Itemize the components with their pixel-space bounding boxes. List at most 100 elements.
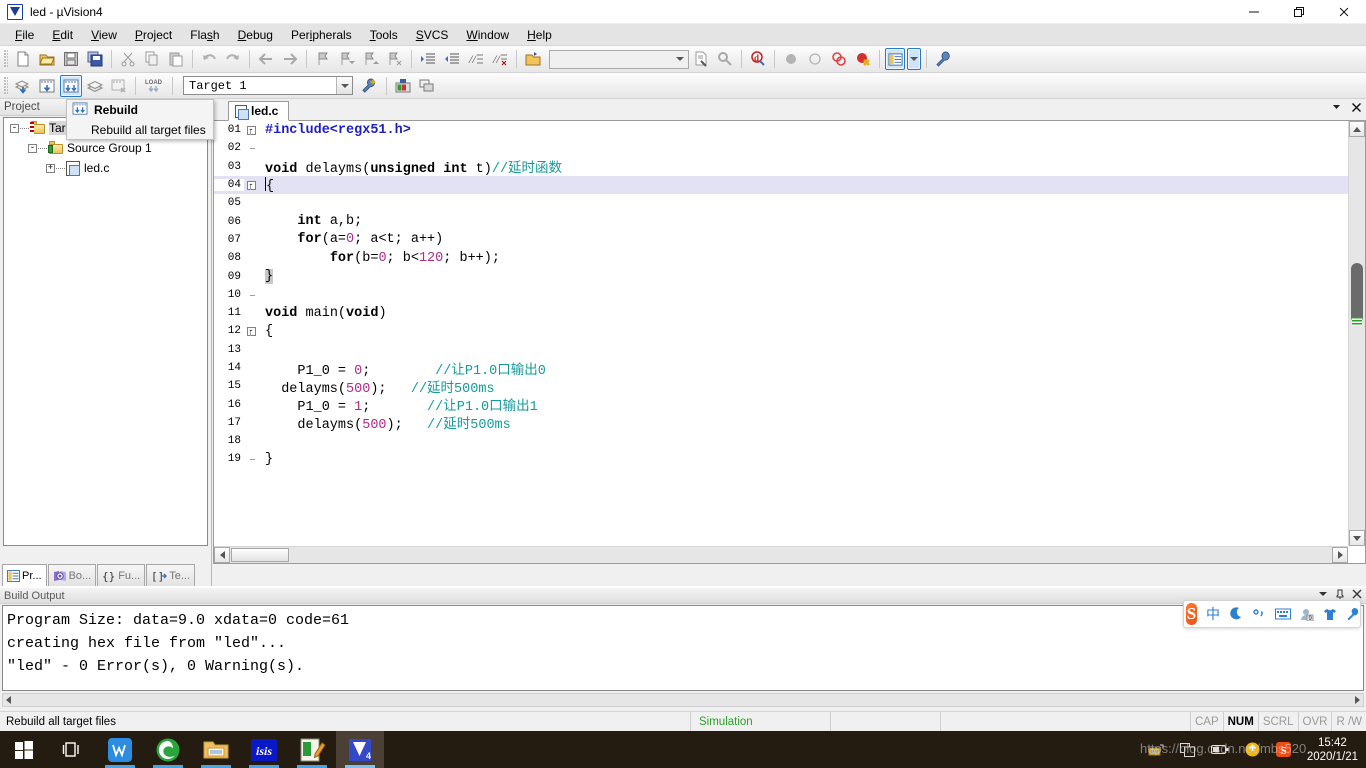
scroll-right-button[interactable] (1355, 696, 1363, 704)
code-line[interactable]: 09} (214, 267, 1348, 285)
menu-item-file[interactable]: File (6, 25, 43, 45)
disable-all-breakpoints-icon[interactable] (852, 48, 874, 70)
sogou-icon[interactable]: S (1275, 742, 1291, 757)
kill-all-breakpoints-icon[interactable] (828, 48, 850, 70)
code-line[interactable]: 07 for(a=0; a<t; a++) (214, 231, 1348, 249)
target-select[interactable]: Target 1 (183, 76, 353, 95)
menu-item-debug[interactable]: Debug (229, 25, 282, 45)
taskbar-app-uvision4[interactable]: 4 (336, 731, 384, 768)
save-icon[interactable] (60, 48, 82, 70)
user-icon[interactable]: 9 (1300, 608, 1314, 621)
menu-item-help[interactable]: Help (518, 25, 561, 45)
copy-icon[interactable] (141, 48, 163, 70)
code-line[interactable]: 10 (214, 286, 1348, 304)
code-line[interactable]: 11 void main(void) (214, 304, 1348, 322)
tools-icon[interactable] (1346, 607, 1360, 621)
ime-chinese-mode-toggle[interactable]: 中 (1206, 604, 1220, 624)
collapse-toggle-icon[interactable]: - (10, 123, 19, 133)
update-icon[interactable] (1245, 742, 1260, 757)
code-line[interactable]: 18 (214, 432, 1348, 450)
restore-window-icon[interactable] (1331, 102, 1342, 116)
uncomment-icon[interactable]: // (489, 48, 511, 70)
chevron-down-icon[interactable] (672, 52, 687, 67)
project-tab-templates[interactable]: [] Te... (146, 564, 195, 586)
browse-symbols-icon[interactable]: d (747, 48, 769, 70)
stop-build-icon[interactable] (108, 75, 130, 97)
expand-toggle-icon[interactable]: + (46, 163, 55, 173)
menu-item-tools[interactable]: Tools (361, 25, 407, 45)
code-editor[interactable]: 01- #include<regx51.h> 02 03 void delayms(un… (213, 121, 1366, 564)
save-all-icon[interactable] (84, 48, 106, 70)
menu-item-project[interactable]: Project (126, 25, 181, 45)
taskbar-clock[interactable]: 15:42 2020/1/21 (1303, 736, 1366, 764)
find-next-icon[interactable] (714, 48, 736, 70)
toolbar-grip[interactable] (4, 50, 8, 68)
menu-item-peripherals[interactable]: Peripherals (282, 25, 361, 45)
open-file-icon[interactable] (36, 48, 58, 70)
download-icon[interactable]: LOAD (141, 75, 167, 97)
disable-breakpoint-icon[interactable] (804, 48, 826, 70)
navigate-forward-icon[interactable] (279, 48, 301, 70)
scroll-left-button[interactable] (3, 696, 11, 704)
navigate-back-icon[interactable] (255, 48, 277, 70)
multitask-icon[interactable] (1179, 742, 1195, 757)
fold-collapse-icon[interactable]: - (246, 180, 256, 190)
build-output-body[interactable]: Program Size: data=9.0 xdata=0 code=61 c… (2, 605, 1364, 691)
rebuild-all-icon[interactable] (60, 74, 82, 97)
editor-tab-led-c[interactable]: led.c (228, 101, 290, 121)
code-line[interactable]: 15 delayms(500); //延时500ms (214, 377, 1348, 397)
scroll-up-button[interactable] (1349, 121, 1365, 137)
batch-build-icon[interactable] (84, 75, 106, 97)
code-line[interactable]: 02 (214, 139, 1348, 157)
project-window-icon[interactable] (885, 48, 905, 70)
code-line[interactable]: 06 int a,b; (214, 212, 1348, 230)
configuration-wizard-icon[interactable] (932, 48, 954, 70)
menu-item-view[interactable]: View (82, 25, 126, 45)
redo-icon[interactable] (222, 48, 244, 70)
translate-icon[interactable] (12, 75, 34, 97)
code-line[interactable]: 08 for(b=0; b<120; b++); (214, 249, 1348, 267)
undo-icon[interactable] (198, 48, 220, 70)
editor-horizontal-scrollbar[interactable] (214, 546, 1348, 563)
taskbar-app-file-explorer[interactable] (192, 731, 240, 768)
indent-icon[interactable] (417, 48, 439, 70)
menu-item-flash[interactable]: Flash (181, 25, 228, 45)
project-tab-functions[interactable]: {} Fu... (97, 564, 146, 586)
outdent-icon[interactable] (441, 48, 463, 70)
menu-item-window[interactable]: Window (457, 25, 518, 45)
collapse-toggle-icon[interactable]: - (28, 143, 37, 153)
bookmark-clear-icon[interactable] (384, 48, 406, 70)
open-workspace-icon[interactable] (522, 48, 544, 70)
keyboard-icon[interactable] (1275, 608, 1291, 620)
fold-column[interactable]: - (244, 326, 258, 336)
sogou-ime-toolbar[interactable]: S 中 9 (1183, 600, 1361, 628)
project-window-dropdown-icon[interactable] (907, 48, 921, 70)
task-view-icon[interactable] (48, 731, 96, 768)
code-lines[interactable]: 01- #include<regx51.h> 02 03 void delayms(un… (214, 121, 1348, 546)
build-target-icon[interactable] (36, 75, 58, 97)
close-button[interactable] (1321, 0, 1366, 24)
target-options-icon[interactable] (359, 75, 381, 97)
insert-breakpoint-icon[interactable] (780, 48, 802, 70)
chevron-down-icon[interactable] (336, 77, 352, 94)
close-window-icon[interactable] (1351, 102, 1362, 116)
fold-column[interactable]: - (244, 180, 258, 190)
find-in-files-icon[interactable] (690, 48, 712, 70)
bookmark-toggle-icon[interactable] (312, 48, 334, 70)
code-line[interactable]: 19} (214, 450, 1348, 468)
fold-collapse-icon[interactable]: - (246, 125, 256, 135)
start-icon[interactable] (0, 731, 48, 768)
fold-collapse-icon[interactable]: - (246, 326, 256, 336)
code-line[interactable]: 13 (214, 341, 1348, 359)
code-line[interactable]: 03 void delayms(unsigned int t)//延时函数 (214, 158, 1348, 178)
menu-item-edit[interactable]: Edit (43, 25, 82, 45)
taskbar-app-notepad-editor[interactable] (288, 731, 336, 768)
toolbar-grip[interactable] (4, 76, 8, 95)
code-line[interactable]: 16 P1_0 = 1; //让P1.0口输出1 (214, 395, 1348, 416)
menu-item-svcs[interactable]: SVCS (407, 25, 458, 45)
taskbar-app-wps[interactable] (96, 731, 144, 768)
degree-comma-icon[interactable] (1252, 607, 1266, 621)
taskbar-app-edge-browser[interactable] (144, 731, 192, 768)
code-line[interactable]: 01- #include<regx51.h> (214, 121, 1348, 139)
project-tab-books[interactable]: Bo... (47, 564, 97, 586)
